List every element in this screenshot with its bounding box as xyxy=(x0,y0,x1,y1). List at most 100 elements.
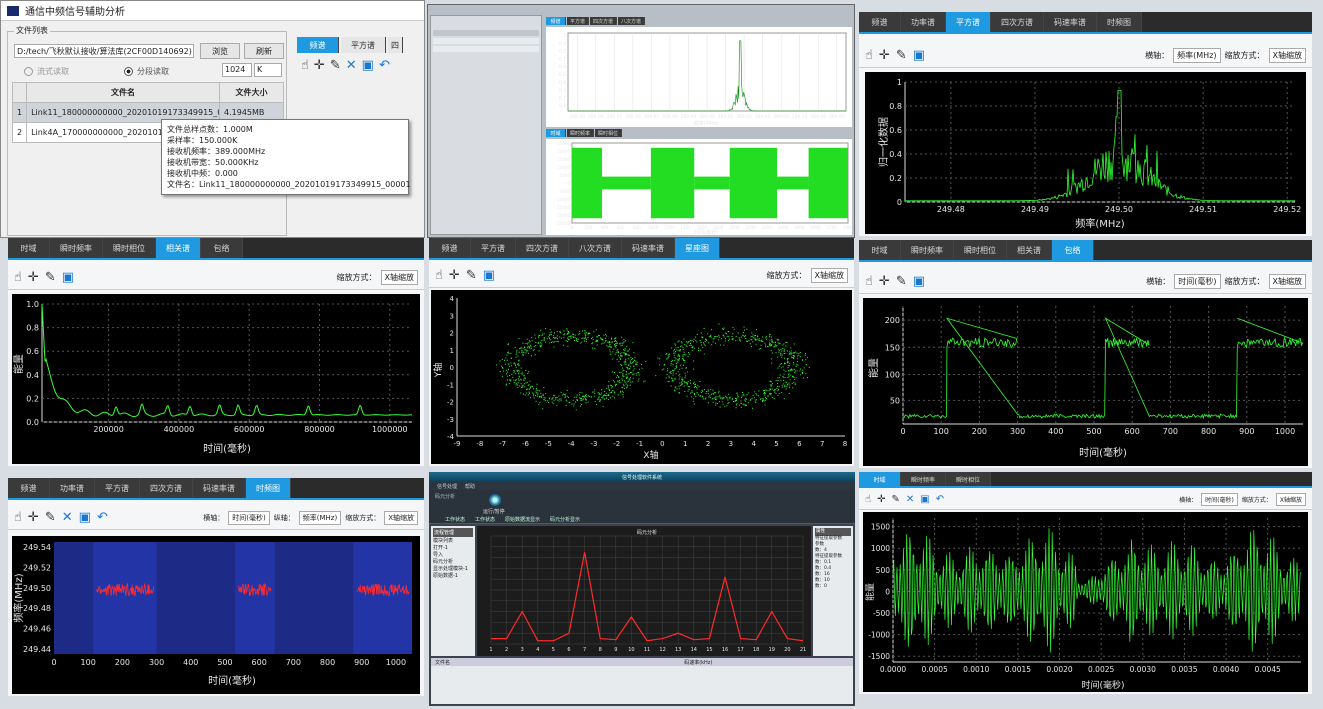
mode-block-radio[interactable]: 分段读取 xyxy=(124,66,169,77)
block-unit-select[interactable]: K xyxy=(254,63,282,77)
tab-br-2[interactable]: 瞬时相位 xyxy=(946,472,992,486)
pen-icon[interactable]: ✎ xyxy=(896,49,907,62)
tab-tr-2[interactable]: 平方谱 xyxy=(946,12,991,32)
scale-select[interactable]: X轴缩放 xyxy=(1275,493,1306,506)
undo-icon[interactable]: ↶ xyxy=(379,59,390,72)
save-icon[interactable]: ▣ xyxy=(79,511,91,524)
tab-spectrum[interactable]: 频谱 xyxy=(546,17,566,25)
save-icon[interactable]: ▣ xyxy=(62,271,74,284)
tab-mc-1[interactable]: 平方谱 xyxy=(471,238,516,258)
path-field[interactable]: D:/tech/飞秋默认接收/算法库(2CF00D140692) xyxy=(14,44,194,58)
tab-bl-1[interactable]: 功率谱 xyxy=(50,478,95,498)
save-icon[interactable]: ▣ xyxy=(483,269,495,282)
tab-mr-2[interactable]: 瞬时相位 xyxy=(954,240,1007,260)
constellation-plot[interactable]: -9 -8 -7 -6 -5 -4 -3 -2 -1 0 1 2 3 4 5 6 7 8 4 3 2 1 0 -1 -2 -3 -4… xyxy=(431,290,852,464)
tab-br-1[interactable]: 瞬时频率 xyxy=(901,472,947,486)
tab-mc-5[interactable]: 星座图 xyxy=(675,238,720,258)
tab-symbol-view[interactable]: 码元分析显示 xyxy=(550,516,580,523)
tab-work-status-2[interactable]: 工作状态 xyxy=(475,516,495,523)
flow-item[interactable]: 模块列表 xyxy=(433,537,473,544)
tab-inst-phase[interactable]: 瞬时相位 xyxy=(595,129,623,137)
tab-square[interactable]: 平方谱 xyxy=(341,37,386,53)
mini-list-row[interactable] xyxy=(433,30,539,36)
mini-list-row[interactable] xyxy=(433,46,539,52)
pen-icon[interactable]: ✎ xyxy=(466,269,477,282)
correlation-plot[interactable]: 200000 400000 600000 800000 1000000 1.0 0.8 0.6… xyxy=(12,294,420,464)
tab-tr-5[interactable]: 时频图 xyxy=(1097,12,1142,32)
spectrogram-plot[interactable]: 0 100 200 300 400 500 600 700 800 900 1000 249.54 24… xyxy=(12,536,420,694)
tab-spectrum[interactable]: 频谱 xyxy=(297,37,339,53)
tab-fourth[interactable]: 四 xyxy=(388,37,403,53)
tab-work-status[interactable]: 工作状态 xyxy=(445,516,465,523)
clear-icon[interactable]: ✕ xyxy=(906,494,914,505)
flow-item[interactable]: 导入 xyxy=(433,551,473,558)
scale-select[interactable]: X轴缩放 xyxy=(1268,48,1306,63)
tab-ml-4[interactable]: 包络 xyxy=(201,238,243,258)
save-icon[interactable]: ▣ xyxy=(362,59,374,72)
xaxis-select[interactable]: 频率(MHz) xyxy=(1173,48,1221,63)
tab-tr-4[interactable]: 码速率谱 xyxy=(1044,12,1097,32)
undo-icon[interactable]: ↶ xyxy=(97,511,108,524)
mode-stream-radio[interactable]: 流式读取 xyxy=(24,66,69,77)
tab-raw-stream[interactable]: 原始数据流显示 xyxy=(505,516,540,523)
spectrum-plot[interactable]: 249.48 249.49 249.50 249.51 249.52 1 0.8 0.6 0.4… xyxy=(865,72,1306,234)
hand-icon[interactable]: ☝ xyxy=(301,59,309,72)
tab-ml-2[interactable]: 瞬时相位 xyxy=(103,238,156,258)
crosshair-icon[interactable]: ✛ xyxy=(879,49,890,62)
time-domain-plot[interactable]: 0.0000 0.0005 0.0010 0.0015 0.0020 0.0025 0.00… xyxy=(863,512,1308,692)
tab-mr-4[interactable]: 包络 xyxy=(1052,240,1094,260)
menu-help[interactable]: 帮助 xyxy=(465,483,475,490)
crosshair-icon[interactable]: ✛ xyxy=(879,275,890,288)
mini-list-row[interactable] xyxy=(433,38,539,44)
tab-tr-0[interactable]: 频谱 xyxy=(859,12,901,32)
hand-icon[interactable]: ☝ xyxy=(435,269,443,282)
menu-signal[interactable]: 信号处理 xyxy=(437,483,457,490)
browse-button[interactable]: 浏览 xyxy=(200,43,240,59)
pen-icon[interactable]: ✎ xyxy=(896,275,907,288)
save-icon[interactable]: ▣ xyxy=(913,275,925,288)
hand-icon[interactable]: ☝ xyxy=(865,49,873,62)
xaxis-select[interactable]: 时间(毫秒) xyxy=(1174,274,1221,289)
save-icon[interactable]: ▣ xyxy=(913,49,925,62)
flow-item[interactable]: 原始数据-1 xyxy=(433,572,473,579)
tab-fourth[interactable]: 四次方谱 xyxy=(590,17,618,25)
flow-item[interactable]: 打开-1 xyxy=(433,544,473,551)
tab-tr-3[interactable]: 四次方谱 xyxy=(991,12,1044,32)
block-size-input[interactable]: 1024 xyxy=(222,63,252,77)
tab-ml-1[interactable]: 瞬时频率 xyxy=(50,238,103,258)
save-icon[interactable]: ▣ xyxy=(920,494,929,505)
crosshair-icon[interactable]: ✛ xyxy=(28,271,39,284)
flow-item[interactable]: 码元分析 xyxy=(433,558,473,565)
scale-select[interactable]: X轴缩放 xyxy=(380,270,418,285)
xaxis-select[interactable]: 时间(毫秒) xyxy=(1201,493,1238,506)
tab-inst-freq[interactable]: 瞬时频率 xyxy=(567,129,595,137)
undo-icon[interactable]: ↶ xyxy=(936,494,944,505)
crosshair-icon[interactable]: ✛ xyxy=(28,511,39,524)
tab-eighth[interactable]: 八次方谱 xyxy=(618,17,646,25)
clear-icon[interactable]: ✕ xyxy=(346,59,357,72)
pen-icon[interactable]: ✎ xyxy=(891,494,899,505)
scale-select[interactable]: X轴缩放 xyxy=(1268,274,1306,289)
tab-mc-4[interactable]: 码速率谱 xyxy=(622,238,675,258)
xaxis-select[interactable]: 时间(毫秒) xyxy=(228,510,270,525)
tab-mr-3[interactable]: 相关谱 xyxy=(1007,240,1052,260)
clear-icon[interactable]: ✕ xyxy=(62,511,73,524)
yaxis-select[interactable]: 频率(MHz) xyxy=(298,510,342,525)
hand-icon[interactable]: ☝ xyxy=(14,511,22,524)
hand-icon[interactable]: ☝ xyxy=(865,494,871,505)
run-pause-icon[interactable] xyxy=(489,494,501,506)
tab-bl-0[interactable]: 频谱 xyxy=(8,478,50,498)
scale-select[interactable]: X轴缩放 xyxy=(810,268,848,283)
crosshair-icon[interactable]: ✛ xyxy=(449,269,460,282)
tab-bl-3[interactable]: 四次方谱 xyxy=(140,478,193,498)
tab-br-0[interactable]: 时域 xyxy=(859,472,901,486)
crosshair-icon[interactable]: ✛ xyxy=(314,59,325,72)
tab-mc-2[interactable]: 四次方谱 xyxy=(516,238,569,258)
tab-mr-1[interactable]: 瞬时频率 xyxy=(901,240,954,260)
envelope-plot[interactable]: 0 100 200 300 400 500 600 700 800 900 1000 200 150 10… xyxy=(863,298,1308,466)
tab-tr-1[interactable]: 功率谱 xyxy=(901,12,946,32)
refresh-button[interactable]: 刷新 xyxy=(244,43,284,59)
tab-bl-4[interactable]: 码速率谱 xyxy=(193,478,246,498)
mini-time-plot[interactable]: 25000 20000 15000 10000 5000 0 -5000 -10000 -150… xyxy=(546,139,852,235)
tab-ml-0[interactable]: 时域 xyxy=(8,238,50,258)
